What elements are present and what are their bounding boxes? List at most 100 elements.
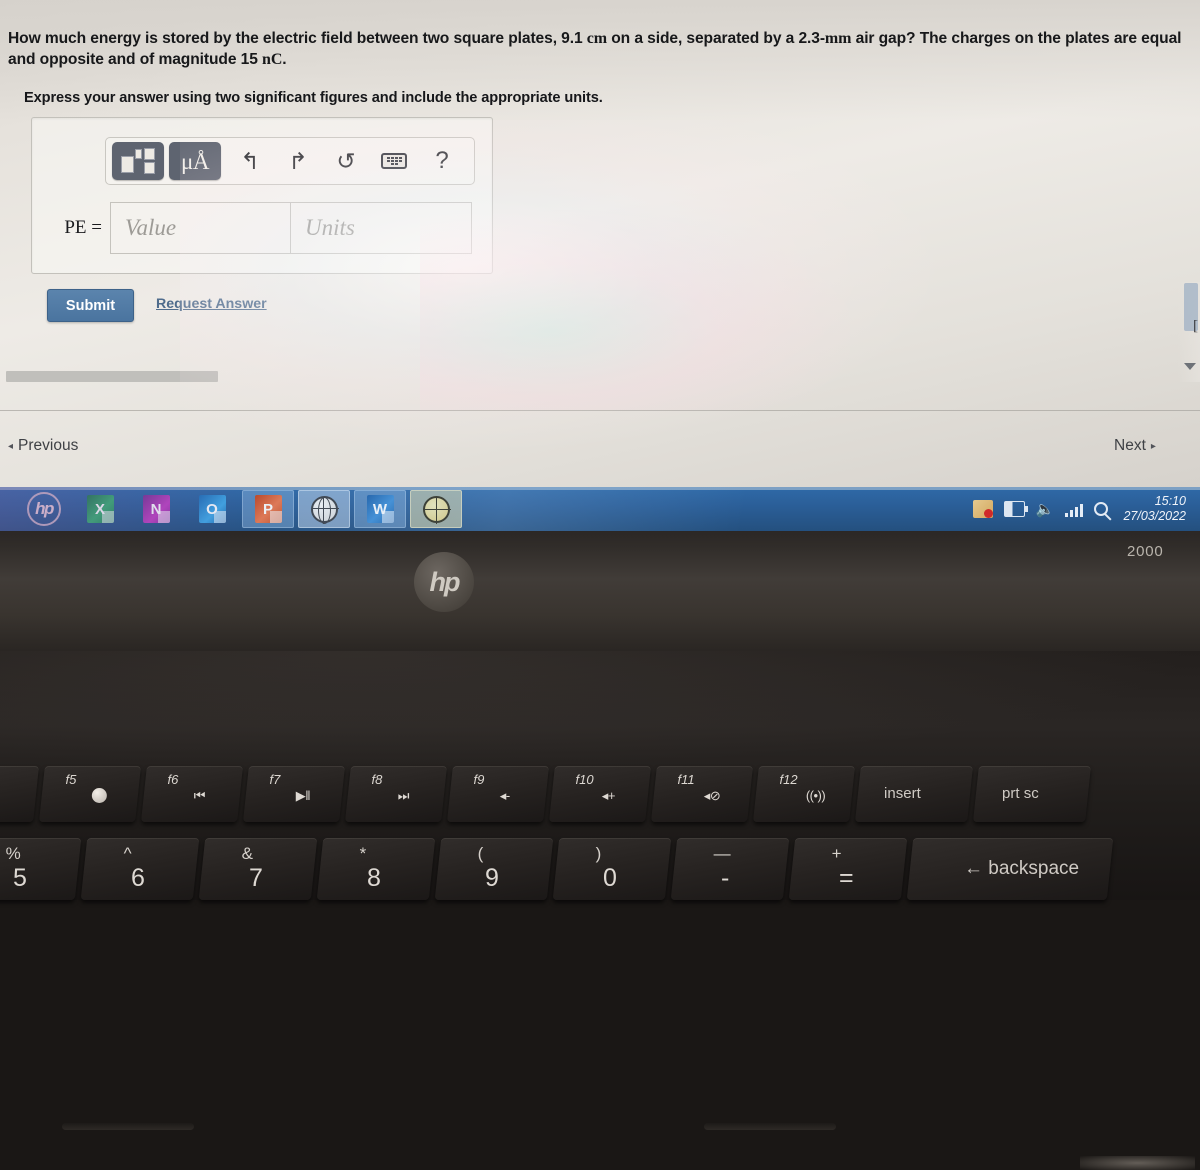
unit-nc: nC [262,51,283,68]
deck-gloss [0,651,1200,771]
answer-instruction: Express your answer using two significan… [24,90,603,106]
battery-icon[interactable] [1003,501,1028,517]
key-7-digit: 7 [249,864,263,892]
key-plus-symbol: + [831,844,842,863]
taskbar-item-browser[interactable] [410,490,462,528]
key-equals[interactable]: + = [788,838,908,900]
request-answer-link[interactable]: Request Answer [156,296,267,312]
key-6[interactable]: ^ 6 [80,838,200,900]
wireless-icon: ((•)) [805,788,826,803]
taskbar-item-internet-explorer[interactable] [298,490,350,528]
submit-button[interactable]: Submit [47,289,134,322]
previous-track-icon: ⏮ [193,788,205,803]
question-mark-icon: ? [435,147,449,174]
hinge-highlight [1080,1156,1195,1170]
key-8-symbol: * [359,844,367,863]
redo-button[interactable]: ↱ [274,142,322,180]
units-input[interactable]: Units [291,202,472,254]
key-f5[interactable]: f5 [39,766,141,822]
next-caret-icon: ▸ [1150,440,1156,452]
next-button[interactable]: Next ▸ [1114,437,1156,455]
play-pause-icon: ▶‖ [295,788,311,803]
previous-label: Previous [18,437,79,454]
micro-angstrom-icon: μÅ [181,148,209,174]
reset-button[interactable]: ↺ [322,142,370,180]
laptop-screen: How much energy is stored by the electri… [0,0,1200,487]
key-f9[interactable]: f9 ◂- [447,766,549,822]
key-8[interactable]: * 8 [316,838,436,900]
key-minus[interactable]: — - [670,838,790,900]
help-button[interactable]: ? [418,142,466,180]
taskbar-item-outlook[interactable]: O [186,490,238,528]
keyboard-number-row: % 5 ^ 6 & 7 * 8 ( 9 ) 0 — - + = ← backsp… [0,838,1116,900]
taskbar-item-excel[interactable]: X [74,490,126,528]
key-9[interactable]: ( 9 [434,838,554,900]
search-icon[interactable] [1094,502,1109,516]
volume-up-icon: ◂+ [601,788,615,803]
key-f7[interactable]: f7 ▶‖ [243,766,345,822]
key-f12-label: f12 [779,772,798,787]
variable-label: PE = [64,217,102,238]
powerpoint-icon: P [254,495,282,523]
speaker-vent-left [62,1123,194,1130]
key-underscore-symbol: — [713,844,731,863]
key-0-digit: 0 [603,864,617,892]
antivirus-icon[interactable] [972,500,993,518]
key-0-symbol: ) [595,844,602,863]
taskbar-pinned-items: hp X N O P W [18,487,466,531]
windows-taskbar: hp X N O P W 🔈 15:10 27/03/2022 [0,487,1200,531]
problem-statement: How much energy is stored by the electri… [8,28,1198,70]
signal-bars-icon[interactable] [1065,502,1084,517]
key-f8-label: f8 [371,772,383,787]
taskbar-clock[interactable]: 15:10 27/03/2022 [1123,494,1186,524]
key-5-digit: 5 [13,864,27,892]
key-f4-partial[interactable]: ▭| [0,766,39,822]
previous-button[interactable]: ◂ Previous [8,437,78,455]
sidebar-fragment: [ [1193,318,1198,334]
key-print-screen[interactable]: prt sc [973,766,1091,822]
scroll-down-arrow-icon[interactable] [1184,363,1196,370]
clock-date: 27/03/2022 [1123,509,1186,523]
key-6-digit: 6 [131,864,145,892]
key-f8[interactable]: f8 ⏭ [345,766,447,822]
pagination-divider [0,410,1200,411]
value-input[interactable]: Value [110,202,291,254]
redo-icon: ↱ [288,147,308,174]
taskbar-item-word[interactable]: W [354,490,406,528]
taskbar-item-powerpoint[interactable]: P [242,490,294,528]
key-0[interactable]: ) 0 [552,838,672,900]
key-f6[interactable]: f6 ⏮ [141,766,243,822]
taskbar-item-onenote[interactable]: N [130,490,182,528]
units-button[interactable]: μÅ [169,142,221,180]
unit-mm: mm [824,30,852,47]
key-f5-label: f5 [65,772,77,787]
progress-bar [6,371,218,382]
key-f10-label: f10 [575,772,594,787]
key-f7-label: f7 [269,772,281,787]
key-7[interactable]: & 7 [198,838,318,900]
template-button[interactable] [112,142,164,180]
excel-icon: X [86,495,114,523]
answer-toolbar: μÅ ↰ ↱ ↺ ? [105,137,475,185]
clock-time: 15:10 [1154,494,1186,508]
key-f11[interactable]: f11 ◂⊘ [651,766,753,822]
key-f6-label: f6 [167,772,179,787]
taskbar-item-hp[interactable]: hp [18,490,70,528]
globe-icon [310,495,339,524]
key-5[interactable]: % 5 [0,838,82,900]
key-backspace[interactable]: ← backspace [906,838,1114,900]
key-f12[interactable]: f12 ((•)) [753,766,855,822]
hp-brand-logo: hp [414,552,474,612]
volume-icon[interactable]: 🔈 [1036,502,1055,517]
answer-entry-panel: μÅ ↰ ↱ ↺ ? PE = Value Units [31,117,493,274]
key-insert[interactable]: insert [855,766,973,822]
keyboard-button[interactable] [370,142,418,180]
undo-button[interactable]: ↰ [226,142,274,180]
next-label: Next [1114,437,1146,454]
system-tray: 🔈 15:10 27/03/2022 [972,487,1186,531]
key-f9-label: f9 [473,772,485,787]
key-f10[interactable]: f10 ◂+ [549,766,651,822]
prev-caret-icon: ◂ [8,440,14,452]
globe-amber-icon [422,495,451,524]
key-minus-label: - [721,864,730,892]
